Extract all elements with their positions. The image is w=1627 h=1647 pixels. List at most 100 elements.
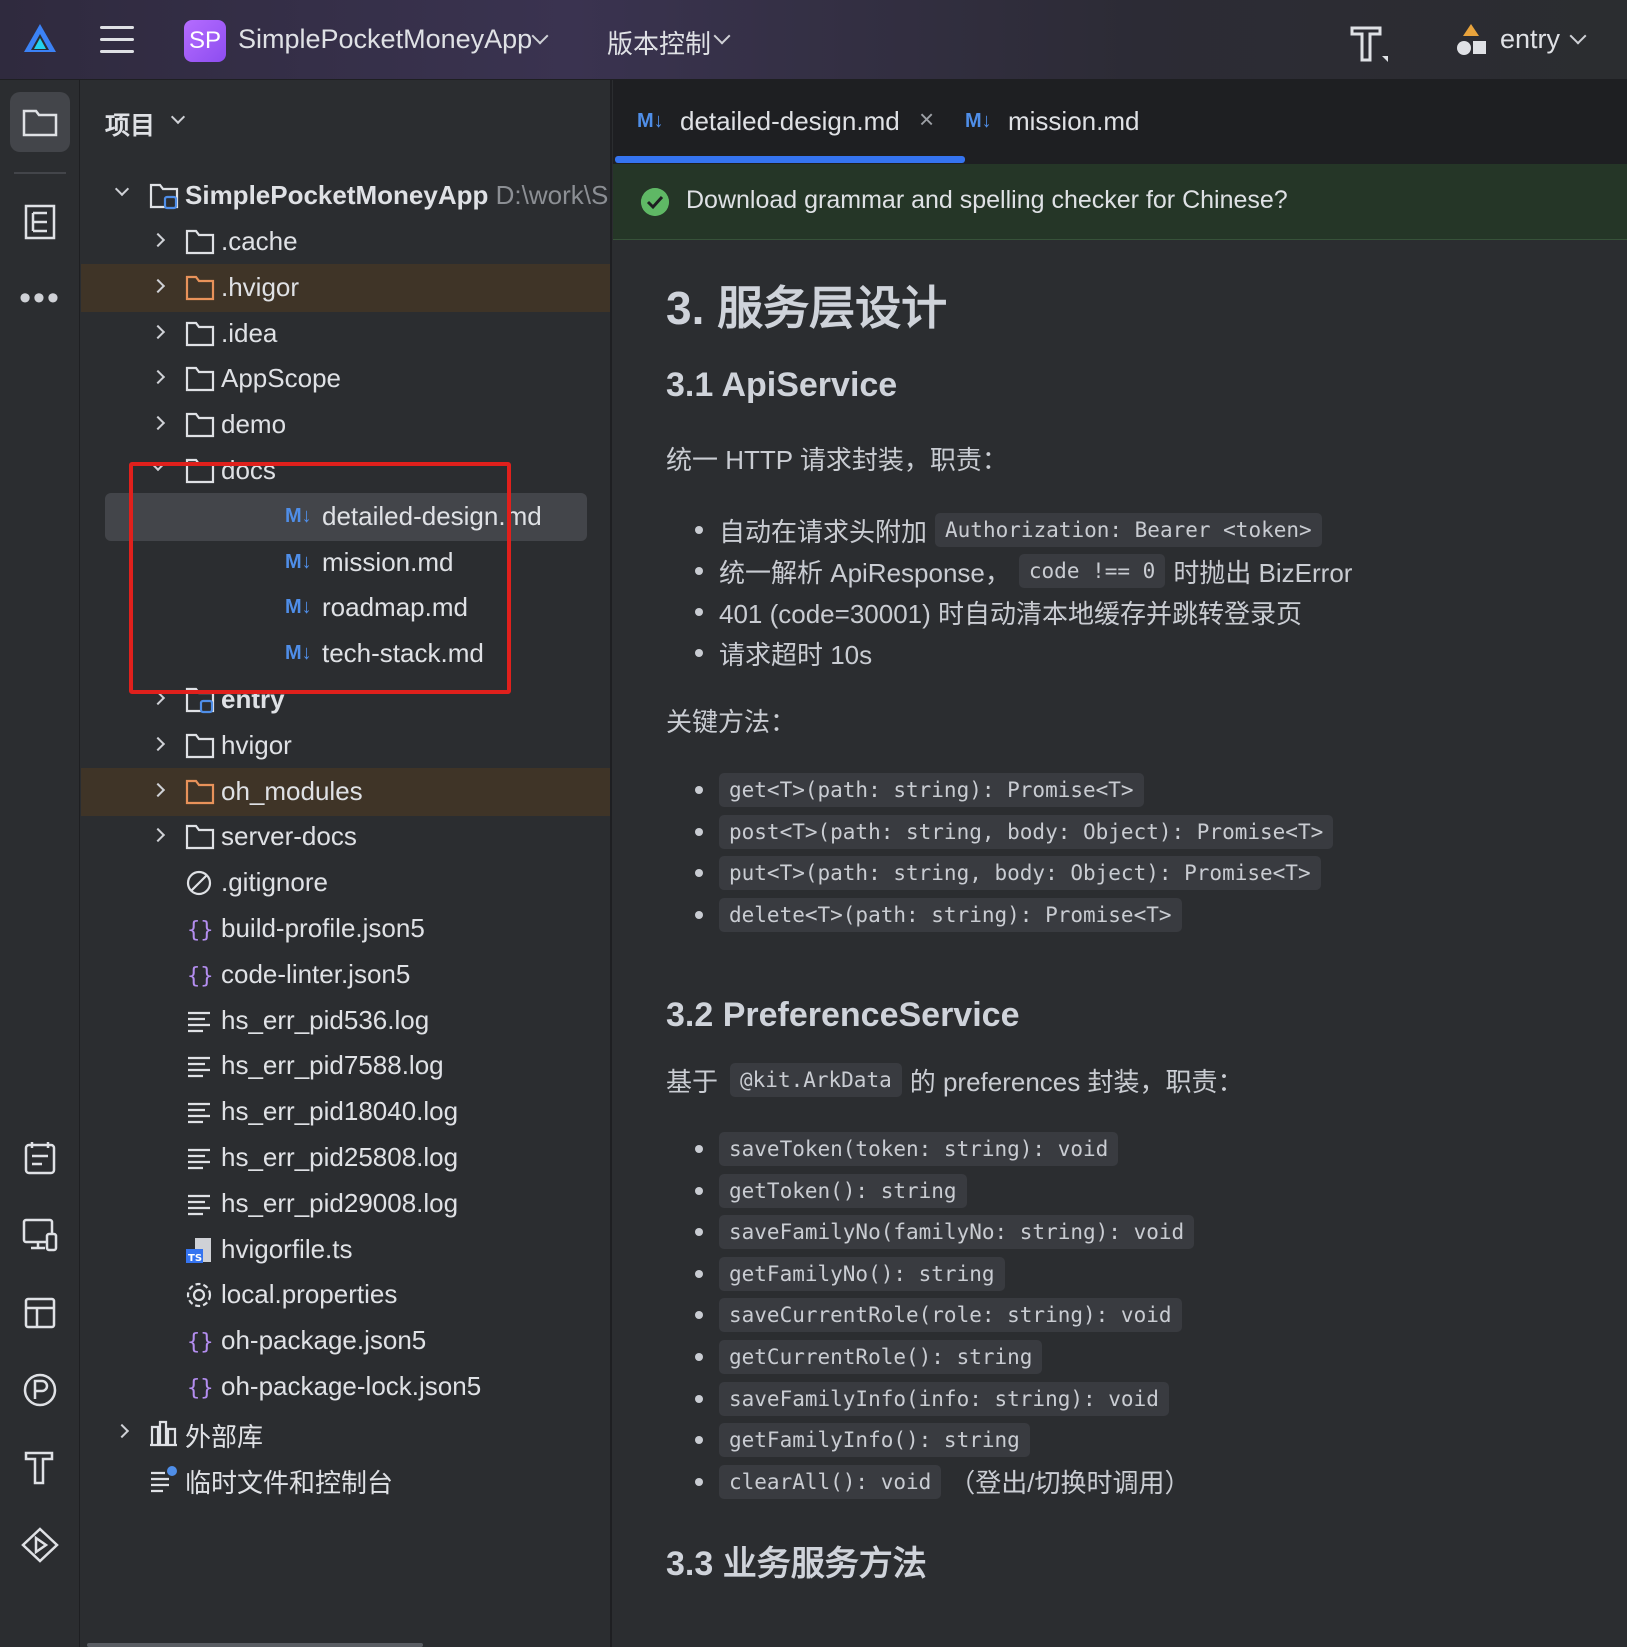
bullet-dot — [695, 869, 703, 878]
gear-icon — [186, 1283, 212, 1308]
run-config-name[interactable]: entry — [1500, 24, 1560, 55]
tree-folder-item[interactable]: 外部库 — [81, 1409, 610, 1457]
run-config-icon[interactable] — [1455, 22, 1487, 58]
chevron-down-icon[interactable] — [170, 109, 186, 125]
tree-item-label: local.properties — [221, 1279, 398, 1310]
tab-detailed-design[interactable]: M↓ detailed-design.md × — [613, 80, 963, 164]
expand-arrow-icon[interactable] — [150, 416, 166, 431]
expand-arrow-icon[interactable] — [150, 232, 166, 248]
tree-folder-item[interactable]: oh_modules — [81, 767, 610, 816]
chevron-down-icon[interactable] — [1569, 27, 1587, 45]
expand-arrow-icon[interactable] — [150, 324, 166, 339]
project-badge[interactable]: SP — [184, 20, 226, 62]
build-button[interactable] — [10, 1437, 70, 1497]
layout-inspector-button[interactable] — [10, 1283, 70, 1343]
activity-separator — [14, 172, 66, 174]
notification-banner[interactable]: Download grammar and spelling checker fo… — [613, 164, 1627, 240]
tree-file-item[interactable]: {} oh-package-lock.json5 — [81, 1363, 610, 1411]
expand-arrow-icon[interactable] — [150, 736, 166, 751]
tree-folder-item[interactable]: .hvigor — [81, 263, 610, 312]
todo-button[interactable] — [10, 1128, 70, 1188]
tree-folder-item[interactable]: server-docs — [81, 813, 610, 861]
more-tools-button[interactable]: ••• — [10, 268, 70, 328]
tree-file-item[interactable]: 临时文件和控制台 — [81, 1455, 610, 1503]
library-icon — [150, 1420, 177, 1446]
tree-item-label: .cache — [221, 226, 298, 256]
tree-folder-item[interactable]: AppScope — [81, 355, 610, 403]
tree-file-item[interactable]: hs_err_pid536.log — [81, 997, 610, 1045]
paragraph: 基于 @kit.ArkData 的 preferences 封装，职责： — [666, 1060, 1243, 1100]
build-hammer-icon[interactable] — [1346, 20, 1390, 64]
paragraph-text: 基于 — [666, 1066, 719, 1097]
inline-code: @kit.ArkData — [730, 1063, 902, 1097]
tree-file-item[interactable]: hs_err_pid7588.log — [81, 1042, 610, 1090]
tree-file-item[interactable]: {} code-linter.json5 — [81, 951, 610, 999]
tree-item-label: 临时文件和控制台 — [185, 1467, 394, 1498]
notification-text: Download grammar and spelling checker fo… — [686, 186, 1288, 214]
root-path: D:\work\S — [495, 180, 609, 210]
tree-file-item[interactable]: {} oh-package.json5 — [81, 1317, 610, 1365]
tree-folder-item[interactable]: .idea — [81, 310, 610, 358]
tree-item-label: hvigorfile.ts — [221, 1233, 353, 1264]
profiler-p-icon — [23, 1373, 57, 1407]
expand-arrow-icon[interactable] — [150, 370, 166, 385]
expand-arrow-icon[interactable] — [150, 278, 166, 293]
log-file-icon — [188, 1194, 210, 1215]
expand-arrow-icon[interactable] — [150, 828, 166, 843]
profiler-button[interactable] — [10, 1360, 70, 1420]
inline-code: getFamilyInfo(): string — [719, 1423, 1030, 1458]
app-logo-icon[interactable] — [22, 22, 58, 56]
tree-file-item[interactable]: hs_err_pid25808.log — [81, 1134, 610, 1182]
bullet-dot — [695, 786, 703, 794]
expand-arrow-icon[interactable] — [150, 782, 166, 797]
list-text: 统一解析 ApiResponse， — [719, 557, 1011, 588]
project-view-button[interactable] — [10, 92, 70, 152]
tab-label: mission.md — [1008, 106, 1140, 136]
layout-icon — [24, 1297, 56, 1329]
tab-mission[interactable]: M↓ mission.md — [963, 80, 1203, 164]
chevron-down-icon[interactable] — [531, 27, 549, 45]
tree-root-label: SimplePocketMoneyApp D:\work\S — [185, 180, 608, 211]
tree-item-label: demo — [221, 409, 287, 440]
project-name[interactable]: SimplePocketMoneyApp — [238, 24, 532, 55]
bullet-dot — [695, 1436, 703, 1445]
tree-item-label: oh_modules — [221, 775, 363, 806]
tree-folder-item[interactable]: .cache — [81, 218, 610, 266]
inline-code: code !== 0 — [1018, 554, 1166, 588]
run-button[interactable] — [10, 1515, 70, 1575]
inline-code: get<T>(path: string): Promise<T> — [719, 773, 1144, 807]
inline-code: getToken(): string — [719, 1173, 967, 1208]
ignore-file-icon — [186, 871, 212, 896]
bullet-dot — [695, 608, 703, 616]
device-manager-button[interactable] — [10, 1205, 70, 1265]
tree-folder-item[interactable]: hvigor — [81, 722, 610, 770]
tree-item-label: hs_err_pid18040.log — [221, 1096, 459, 1127]
log-file-icon — [188, 1011, 210, 1032]
tree-file-item[interactable]: hs_err_pid29008.log — [81, 1180, 610, 1228]
close-icon[interactable]: × — [919, 104, 934, 135]
expand-arrow-icon[interactable] — [114, 1423, 130, 1438]
notes-icon — [24, 1142, 56, 1175]
tree-file-item[interactable]: {} build-profile.json5 — [81, 905, 610, 953]
tree-file-item[interactable]: local.properties — [81, 1271, 610, 1319]
tree-file-item[interactable]: TS hvigorfile.ts — [81, 1226, 610, 1274]
main-menu-button[interactable] — [100, 26, 134, 54]
inline-code: delete<T>(path: string): Promise<T> — [719, 897, 1182, 932]
horizontal-scrollbar[interactable] — [87, 1643, 423, 1647]
inline-code: getCurrentRole(): string — [719, 1340, 1043, 1374]
paragraph: 关键方法： — [666, 707, 797, 737]
structure-view-button[interactable] — [10, 192, 70, 252]
tree-folder-item[interactable]: demo — [81, 401, 610, 449]
list-text: 请求超时 10s — [719, 639, 873, 670]
tree-item-label: code-linter.json5 — [221, 958, 411, 989]
expand-arrow-icon[interactable] — [114, 181, 130, 197]
tree-file-item[interactable]: hs_err_pid18040.log — [81, 1088, 610, 1136]
vcs-menu[interactable]: 版本控制 — [607, 24, 711, 61]
list-text: 自动在请求头附加 — [719, 516, 928, 547]
tree-root[interactable]: SimplePocketMoneyApp D:\work\S — [81, 172, 610, 220]
panel-title[interactable]: 项目 — [105, 106, 155, 142]
tree-file-item[interactable]: .gitignore — [81, 859, 610, 907]
chevron-down-icon[interactable] — [713, 27, 731, 45]
inline-code: saveToken(token: string): void — [719, 1132, 1119, 1166]
module-folder-icon — [149, 183, 179, 210]
